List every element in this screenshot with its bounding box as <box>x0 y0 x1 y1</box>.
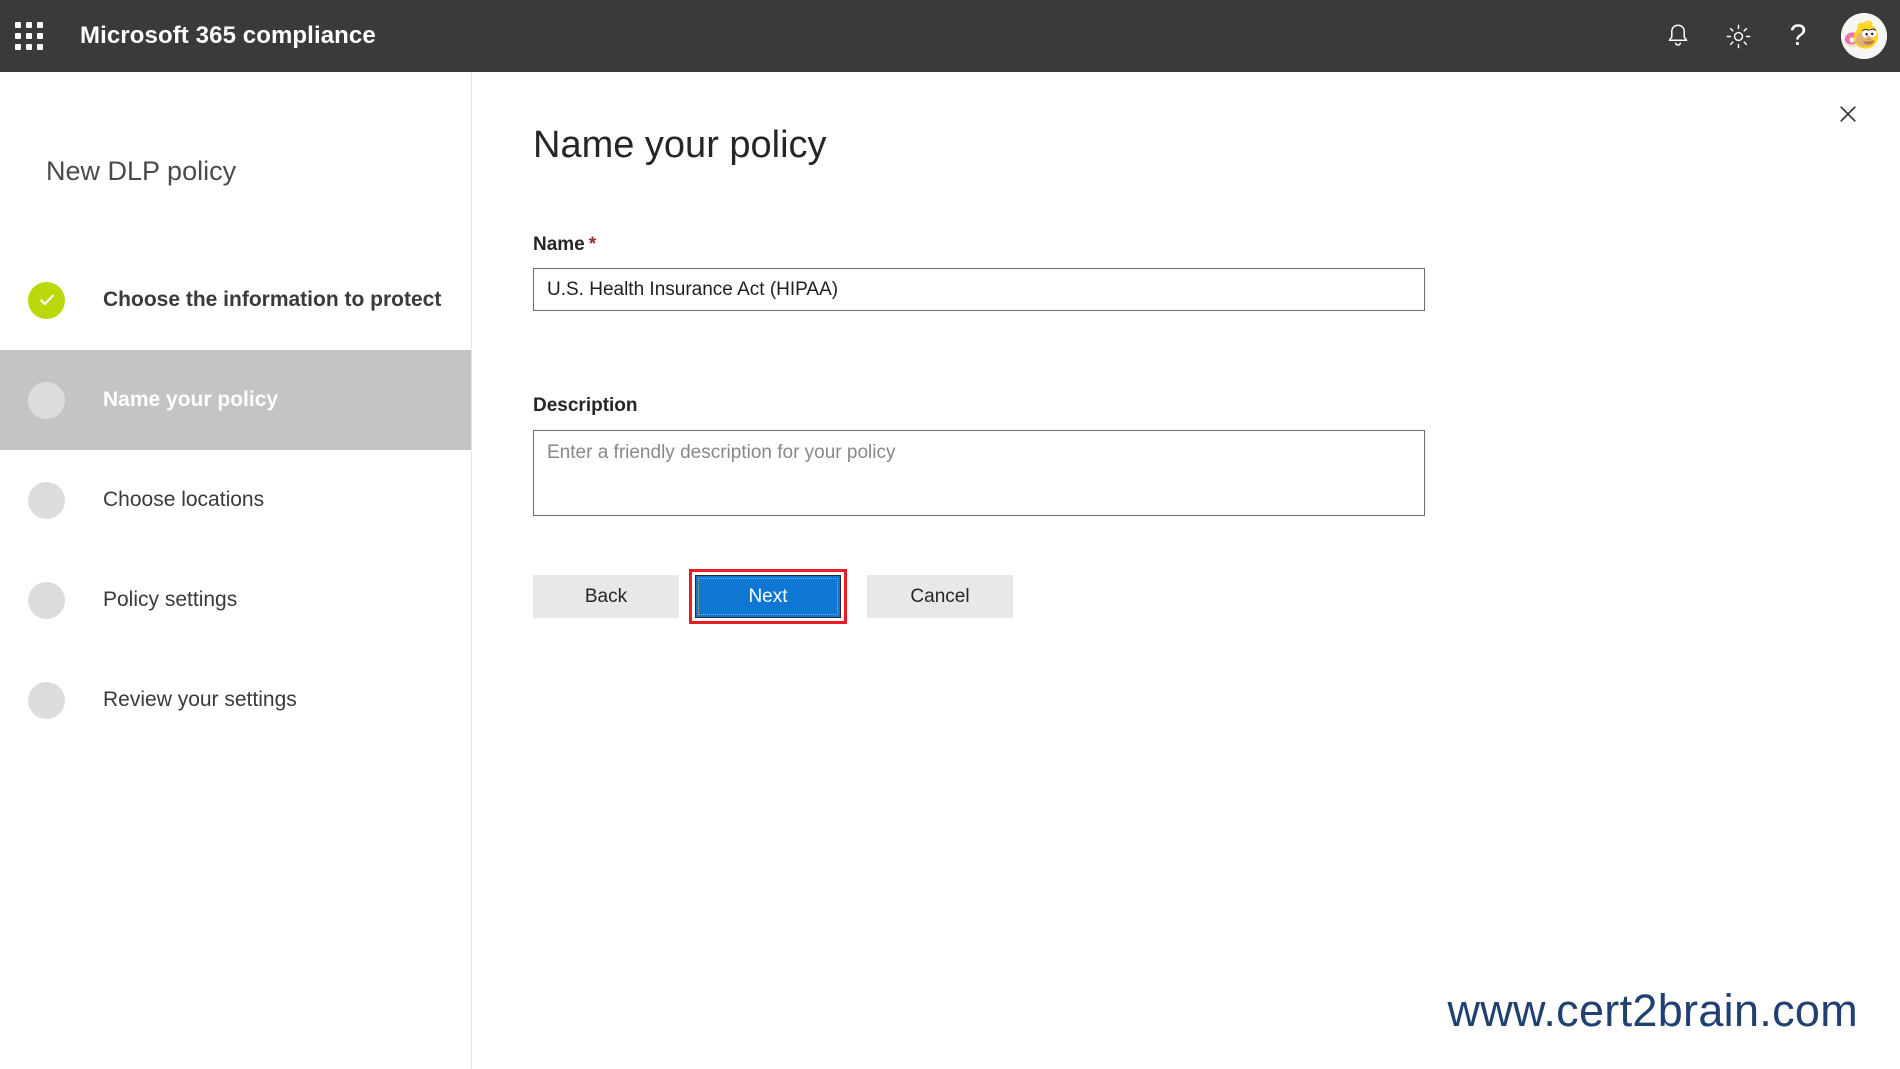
description-field-label: Description <box>533 395 638 416</box>
suite-title[interactable]: Microsoft 365 compliance <box>80 22 376 50</box>
suite-actions: ? <box>1648 0 1900 72</box>
waffle-dot <box>15 44 21 50</box>
next-button-highlight: Next <box>689 569 847 624</box>
waffle-dot <box>15 22 21 28</box>
waffle-dot <box>26 33 32 39</box>
wizard-title: New DLP policy <box>46 156 237 186</box>
waffle-dot <box>26 44 32 50</box>
sidebar-step-label: Review your settings <box>103 688 297 711</box>
next-button[interactable]: Next <box>695 575 841 618</box>
app-launcher-waffle-icon[interactable] <box>0 0 58 72</box>
policy-name-input[interactable] <box>533 268 1425 311</box>
cancel-button[interactable]: Cancel <box>867 575 1013 618</box>
waffle-dot <box>15 33 21 39</box>
name-label-text: Name <box>533 234 585 255</box>
sidebar-step-policy-settings[interactable]: Policy settings <box>0 550 471 650</box>
waffle-dot <box>37 22 43 28</box>
wizard-step-list: Choose the information to protect Name y… <box>0 250 471 750</box>
page-title: Name your policy <box>533 124 827 166</box>
check-circle-icon <box>28 281 65 319</box>
sidebar-step-review-your-settings[interactable]: Review your settings <box>0 650 471 750</box>
close-icon[interactable] <box>1824 90 1872 138</box>
main-panel: Name your policy Name* Description Back … <box>473 72 1900 1069</box>
suite-header-bar: Microsoft 365 compliance ? <box>0 0 1900 72</box>
back-button[interactable]: Back <box>533 575 679 618</box>
site-watermark: www.cert2brain.com <box>1447 985 1858 1036</box>
settings-gear-icon[interactable] <box>1708 0 1768 72</box>
waffle-grid <box>15 22 43 50</box>
help-question-icon[interactable]: ? <box>1768 0 1828 72</box>
policy-description-textarea[interactable] <box>533 430 1425 516</box>
name-field-label: Name * <box>533 234 596 256</box>
sidebar-step-name-your-policy[interactable]: Name your policy <box>0 350 471 450</box>
user-avatar[interactable] <box>1828 0 1900 72</box>
sidebar-step-label: Choose locations <box>103 488 265 511</box>
step-bullet-icon <box>28 381 65 419</box>
waffle-dot <box>37 44 43 50</box>
sidebar-step-label: Name your policy <box>103 388 279 411</box>
step-bullet-icon <box>28 681 65 719</box>
required-asterisk: * <box>588 234 597 255</box>
sidebar-step-choose-locations[interactable]: Choose locations <box>0 450 471 550</box>
waffle-dot <box>37 33 43 39</box>
wizard-sidebar: New DLP policy Choose the information to… <box>0 72 472 1069</box>
notifications-bell-icon[interactable] <box>1648 0 1708 72</box>
step-bullet-icon <box>28 481 65 519</box>
sidebar-step-label: Choose the information to protect <box>103 288 442 311</box>
sidebar-step-label: Policy settings <box>103 588 238 611</box>
avatar-image <box>1841 13 1887 59</box>
help-glyph: ? <box>1789 19 1807 52</box>
step-bullet-icon <box>28 581 65 619</box>
sidebar-step-choose-information[interactable]: Choose the information to protect <box>0 250 471 350</box>
wizard-button-row: Back Next Cancel <box>533 569 1013 624</box>
waffle-dot <box>26 22 32 28</box>
